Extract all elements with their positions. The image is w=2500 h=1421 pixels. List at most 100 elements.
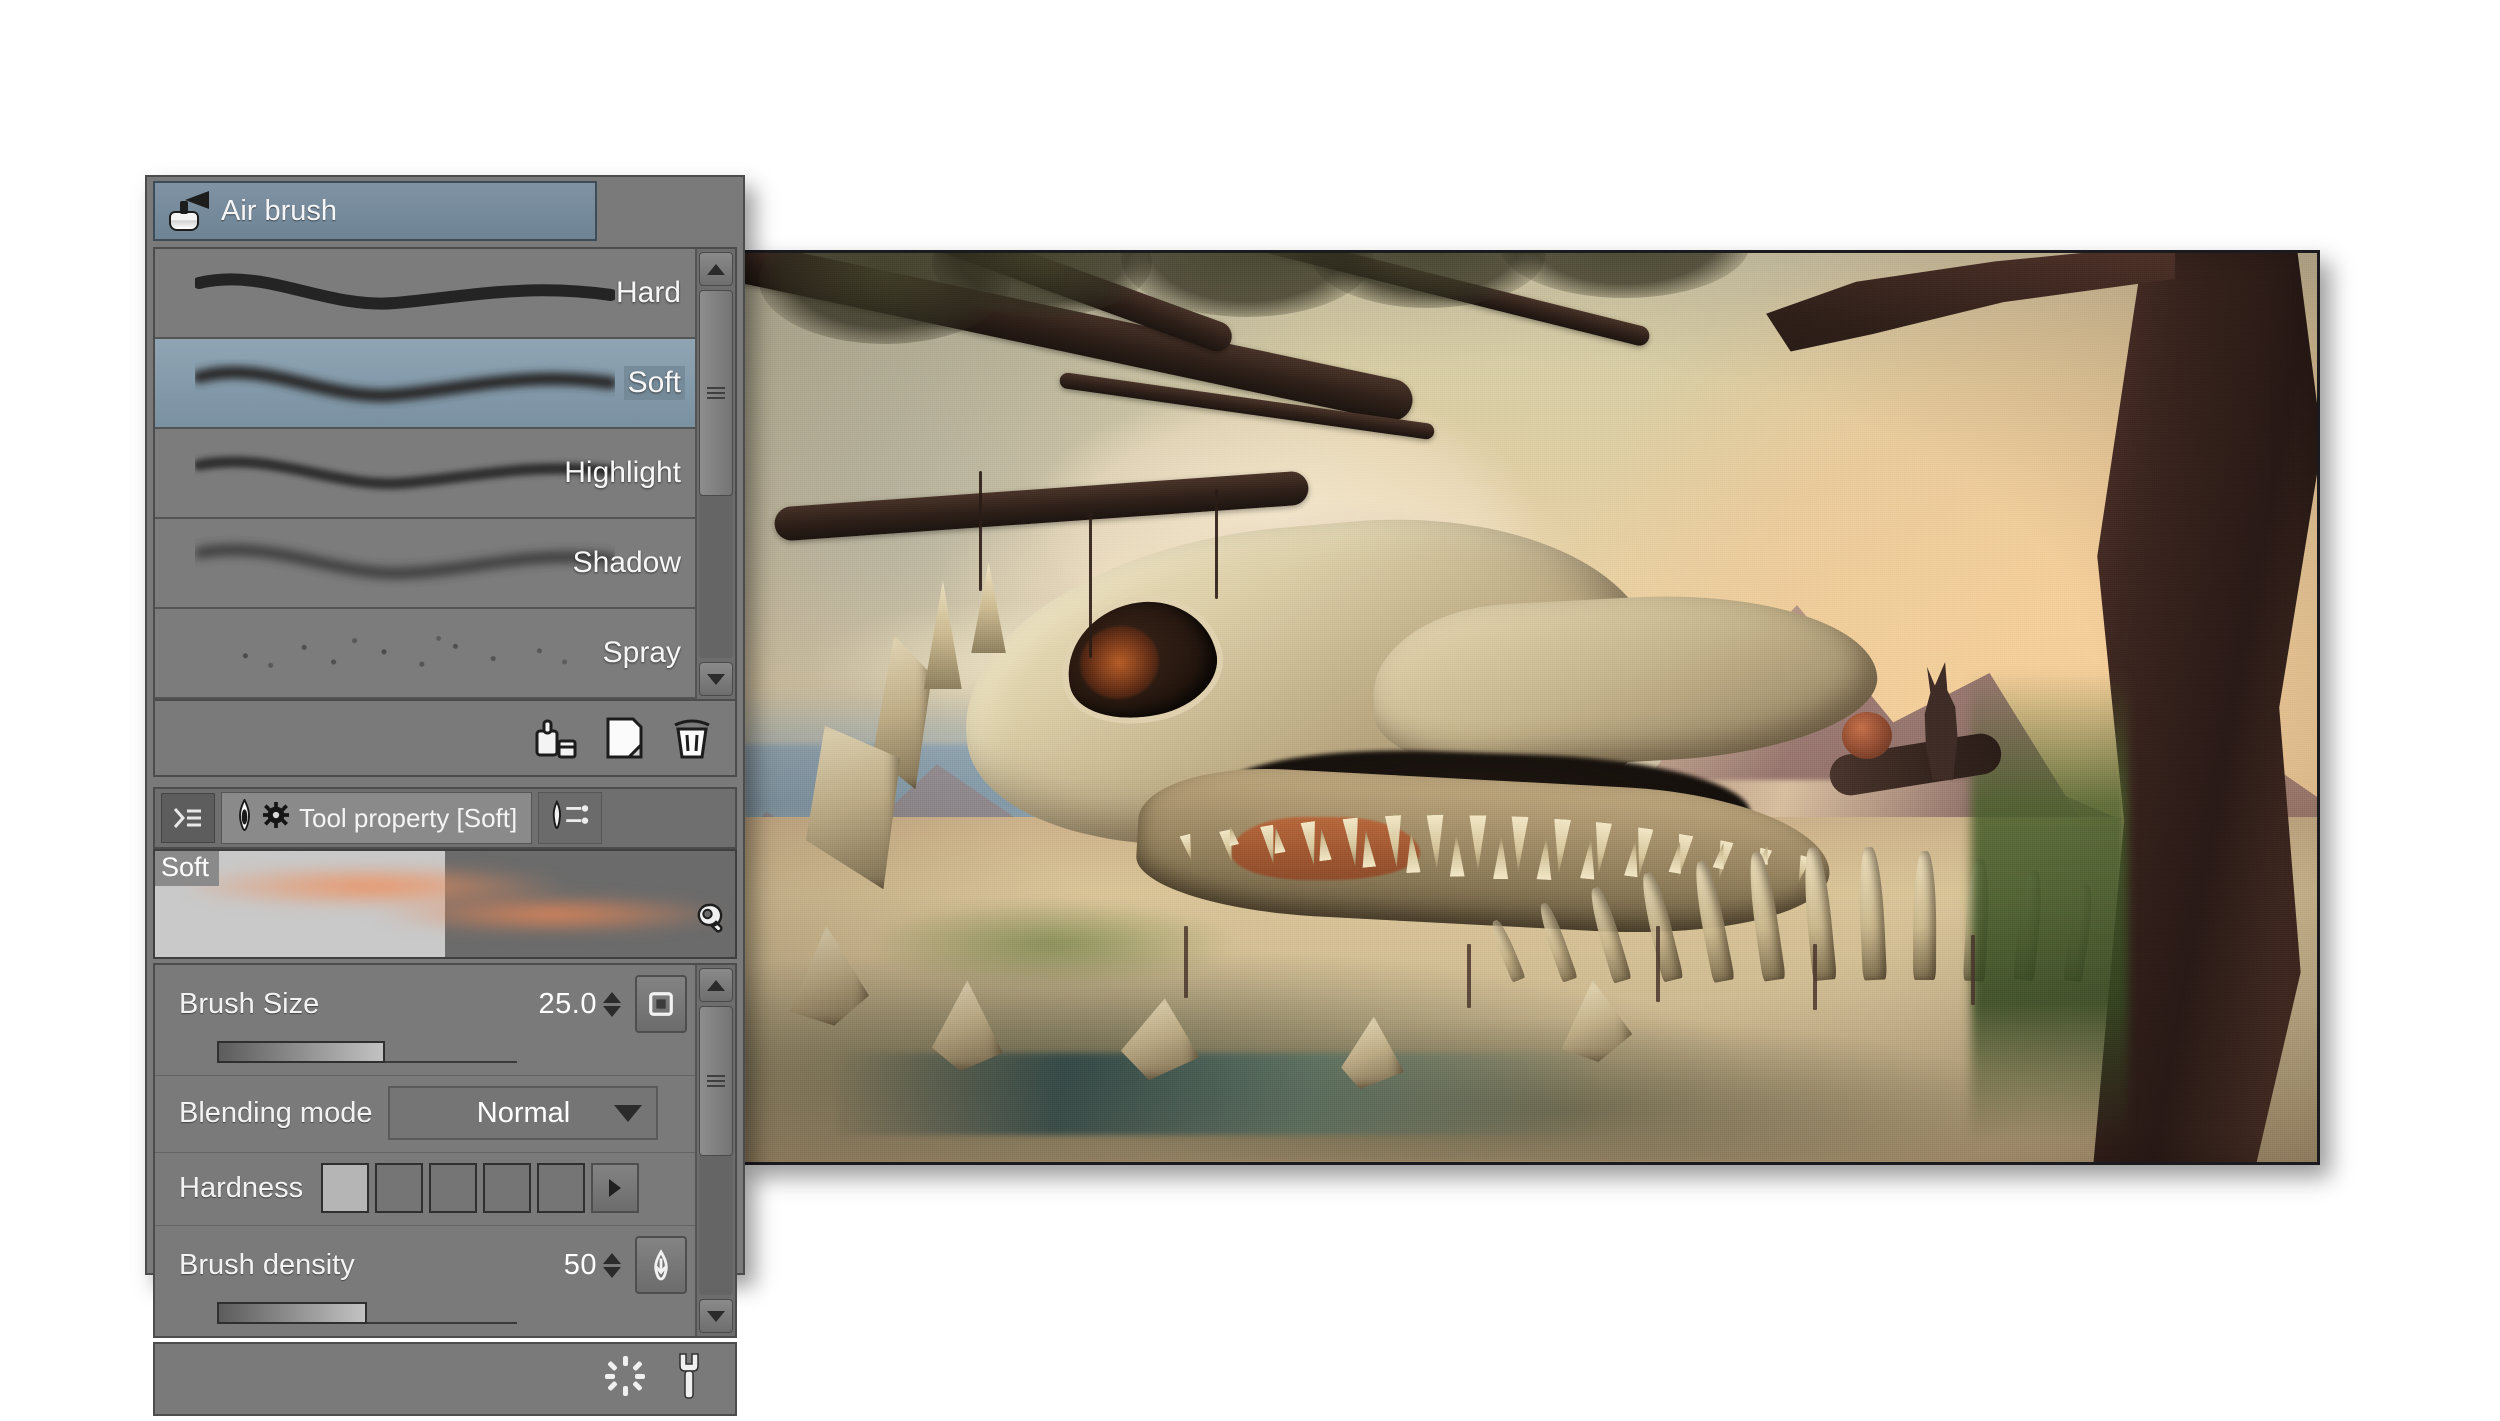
wrench-icon[interactable]: [683, 900, 723, 947]
tooth: [1315, 828, 1332, 861]
sub-tool-label: Shadow: [572, 546, 681, 579]
preview-label: Soft: [155, 851, 220, 886]
tooth: [1405, 831, 1422, 873]
sub-tool-item-soft[interactable]: Soft: [155, 339, 695, 429]
sub-tool-title-bar: Air brush: [147, 177, 743, 243]
scroll-up-button[interactable]: [699, 968, 733, 1002]
sub-tool-list-scrollbar[interactable]: [695, 249, 735, 699]
hardness-more-button[interactable]: [591, 1163, 640, 1213]
property-label: Brush density: [179, 1248, 355, 1281]
scroll-thumb[interactable]: [699, 290, 733, 497]
brush-size-value[interactable]: 25.0: [539, 988, 597, 1021]
stepper-up-icon[interactable]: [603, 1252, 621, 1264]
slider-fill: [217, 1041, 385, 1063]
tool-property-list: Brush Size 25.0 Blending mode Normal Har…: [153, 963, 737, 1338]
tab-sub-tool-detail[interactable]: [538, 792, 603, 844]
property-brush-size: Brush Size 25.0: [155, 965, 695, 1076]
airbrush-icon: [165, 191, 209, 231]
sub-tool-rows: Hard Soft Highlight Shadow Spray: [155, 249, 695, 699]
property-label: Blending mode: [179, 1096, 373, 1129]
stepper-down-icon[interactable]: [603, 1005, 621, 1017]
brush-density-stepper[interactable]: [603, 1252, 621, 1278]
rib-bone: [1912, 850, 1937, 981]
pressure-curve-icon[interactable]: [635, 1236, 687, 1294]
scroll-track[interactable]: [699, 290, 733, 658]
scroll-track[interactable]: [699, 1006, 733, 1295]
tool-property-footer: [153, 1342, 737, 1416]
artwork-canvas: [740, 250, 2320, 1165]
brush-size-slider[interactable]: [217, 1041, 517, 1063]
sub-tool-item-highlight[interactable]: Highlight: [155, 429, 695, 519]
hanging-vine: [979, 471, 983, 592]
dead-tree: [1655, 925, 1660, 1002]
scroll-up-button[interactable]: [699, 252, 733, 286]
tab-tool-property[interactable]: Tool property [Soft]: [221, 792, 533, 844]
create-sub-tool-icon[interactable]: [599, 713, 649, 763]
tooth: [1270, 826, 1286, 854]
rib-bone: [1856, 846, 1887, 981]
reset-settings-icon[interactable]: [603, 1354, 647, 1405]
grip-icon: [707, 1075, 725, 1088]
triangle-down-icon: [707, 673, 725, 685]
tooth: [1226, 824, 1240, 846]
dead-tree: [1183, 925, 1188, 998]
tool-property-rows: Brush Size 25.0 Blending mode Normal Har…: [155, 965, 695, 1336]
hardness-segment-3[interactable]: [429, 1163, 478, 1213]
preview-stroke: [189, 865, 724, 945]
rib-bone: [1800, 846, 1837, 982]
tool-settings-wrench-icon[interactable]: [667, 1352, 711, 1407]
sub-tool-title-label: Air brush: [221, 194, 338, 227]
property-brush-density: Brush density 50: [155, 1226, 695, 1336]
brush-density-slider[interactable]: [217, 1302, 517, 1324]
tool-property-tab-bar: Tool property [Soft]: [153, 787, 737, 849]
sub-tool-label: Spray: [602, 636, 681, 669]
panel-menu-icon[interactable]: [161, 793, 215, 843]
tab-label: Tool property [Soft]: [299, 802, 518, 833]
triangle-up-icon: [707, 979, 725, 991]
scroll-thumb[interactable]: [699, 1006, 733, 1157]
property-blending-mode: Blending mode Normal: [155, 1076, 695, 1153]
sub-tool-title[interactable]: Air brush: [153, 181, 597, 241]
sub-tool-list-toolbar: [153, 701, 737, 777]
sub-tool-list: Hard Soft Highlight Shadow Spray: [153, 247, 737, 701]
tool-property-scrollbar[interactable]: [695, 965, 735, 1336]
sub-tool-label: Hard: [615, 276, 681, 309]
sub-tool-item-shadow[interactable]: Shadow: [155, 519, 695, 609]
sub-tool-item-spray[interactable]: Spray: [155, 609, 695, 699]
stepper-up-icon[interactable]: [603, 991, 621, 1003]
scroll-down-button[interactable]: [699, 662, 733, 696]
brush-size-stepper[interactable]: [603, 991, 621, 1017]
property-label: Brush Size: [179, 987, 320, 1020]
sub-tool-item-hard[interactable]: Hard: [155, 249, 695, 339]
sub-tool-label: Highlight: [564, 456, 681, 489]
scroll-down-button[interactable]: [699, 1299, 733, 1333]
hardness-segment-2[interactable]: [375, 1163, 424, 1213]
property-label: Hardness: [179, 1171, 304, 1204]
property-hardness: Hardness: [155, 1153, 695, 1226]
stepper-down-icon[interactable]: [603, 1266, 621, 1278]
rib-bone: [1744, 850, 1786, 982]
brush-density-value[interactable]: 50: [564, 1249, 597, 1282]
brush-stroke-preview-hard: [195, 265, 615, 321]
duplicate-sub-tool-icon[interactable]: [531, 713, 581, 763]
hardness-segment-4[interactable]: [483, 1163, 532, 1213]
delete-sub-tool-icon[interactable]: [667, 713, 717, 763]
brush-stroke-preview-shadow: [195, 535, 615, 591]
hardness-segment-1[interactable]: [321, 1163, 370, 1213]
rib-bone: [1536, 901, 1579, 983]
hardness-segments[interactable]: [321, 1163, 640, 1213]
sub-tool-detail-icon: [549, 799, 591, 837]
triangle-right-icon: [609, 1179, 622, 1197]
chevron-down-icon: [614, 1104, 643, 1122]
slider-fill: [217, 1302, 367, 1324]
brush-preview[interactable]: Soft: [153, 849, 737, 959]
pressure-settings-icon[interactable]: [635, 975, 687, 1033]
brush-stroke-preview-highlight: [195, 445, 615, 501]
dead-tree: [1970, 934, 1975, 1005]
blending-mode-dropdown[interactable]: Normal: [388, 1086, 659, 1140]
dead-tree: [1813, 943, 1818, 1010]
rib-bone: [1689, 858, 1735, 983]
tooth: [1360, 829, 1377, 867]
fruit-orb: [1841, 712, 1892, 760]
hardness-segment-5[interactable]: [537, 1163, 586, 1213]
